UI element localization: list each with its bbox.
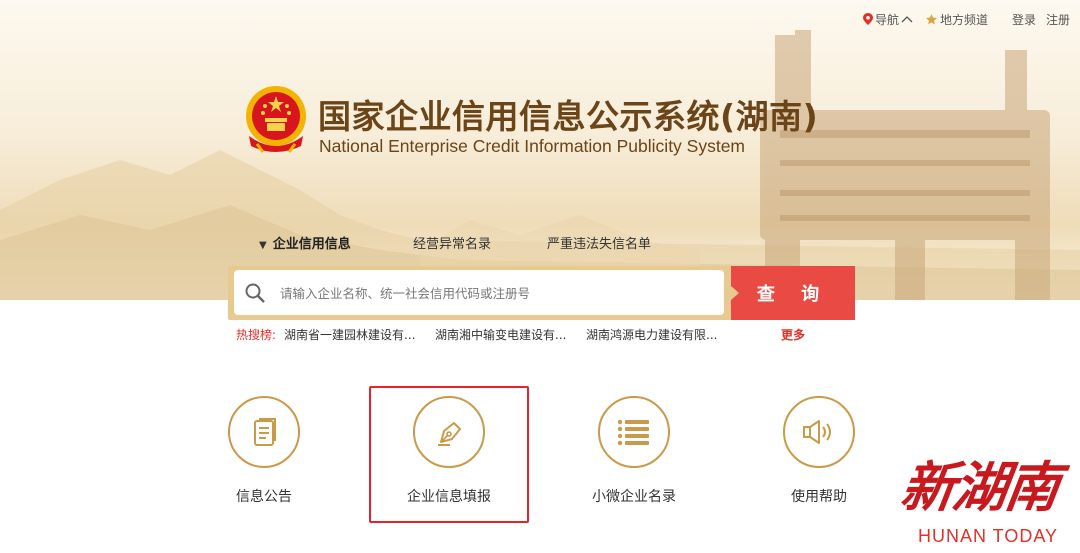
register-label: 注册	[1045, 12, 1070, 27]
feature-small-micro-list[interactable]: 小微企业名录	[574, 396, 694, 506]
feature-label: 使用帮助	[791, 489, 847, 505]
search-placeholder: 请输入企业名称、统一社会信用代码或注册号	[280, 286, 531, 301]
feature-label: 小微企业名录	[592, 489, 676, 505]
feature-circle	[783, 396, 855, 468]
location-pin-icon	[862, 13, 873, 25]
feature-label: 信息公告	[236, 489, 292, 505]
tab-serious-violation[interactable]: 严重违法失信名单	[547, 233, 651, 252]
tab-enterprise-credit[interactable]: ▼ 企业信用信息	[259, 233, 351, 252]
feature-enterprise-report[interactable]: 企业信息填报	[389, 396, 509, 506]
hot-search-item[interactable]: 湖南省一建园林建设有...	[284, 326, 415, 343]
feature-help[interactable]: 使用帮助	[759, 396, 879, 506]
pen-nib-icon	[438, 422, 461, 446]
star-icon	[926, 13, 937, 24]
feature-circle	[413, 396, 485, 468]
nav-label: 导航	[874, 12, 899, 27]
speaker-icon	[803, 420, 831, 444]
watermark-logo-cn: 新湖南	[896, 455, 1062, 519]
more-link[interactable]: 更多	[781, 326, 805, 343]
feature-info-announcement[interactable]: 信息公告	[204, 396, 324, 506]
national-emblem-logo	[246, 86, 306, 153]
chevron-up-icon	[901, 16, 913, 23]
system-title-cn: 国家企业信用信息公示系统(湖南)	[318, 97, 819, 136]
search-button[interactable]: 查 询	[731, 266, 855, 320]
hot-search-item[interactable]: 湖南湘中输变电建设有...	[435, 326, 566, 343]
nav-link[interactable]: 导航	[862, 11, 915, 28]
caret-down-icon: ▼	[259, 240, 267, 251]
tab-label: 严重违法失信名单	[547, 237, 652, 252]
tab-label: 企业信用信息	[272, 237, 351, 252]
login-label: 登录	[1011, 12, 1036, 27]
feature-label: 企业信息填报	[407, 489, 491, 505]
hot-search-item[interactable]: 湖南鸿源电力建设有限...	[586, 326, 717, 343]
search-input[interactable]: 请输入企业名称、统一社会信用代码或注册号	[234, 270, 724, 315]
bronze-ding-image	[760, 30, 1050, 300]
hot-search-label: 热搜榜:	[236, 328, 277, 342]
search-icon	[245, 283, 265, 303]
feature-circle	[598, 396, 670, 468]
watermark-logo-en: HUNAN TODAY	[918, 526, 1059, 546]
list-icon	[617, 419, 649, 446]
document-icon	[254, 418, 276, 446]
login-link[interactable]: 登录	[1012, 11, 1036, 28]
region-label: 地方频道	[939, 12, 988, 27]
region-channel-link[interactable]: 地方频道	[925, 11, 988, 28]
tab-label: 经营异常名录	[413, 237, 492, 252]
tab-abnormal-operation[interactable]: 经营异常名录	[413, 233, 491, 252]
feature-circle	[228, 396, 300, 468]
register-link[interactable]: 注册	[1046, 11, 1070, 28]
system-title-en: National Enterprise Credit Information P…	[319, 136, 746, 156]
top-links: 导航 地方频道 登录 注册	[853, 10, 1070, 28]
